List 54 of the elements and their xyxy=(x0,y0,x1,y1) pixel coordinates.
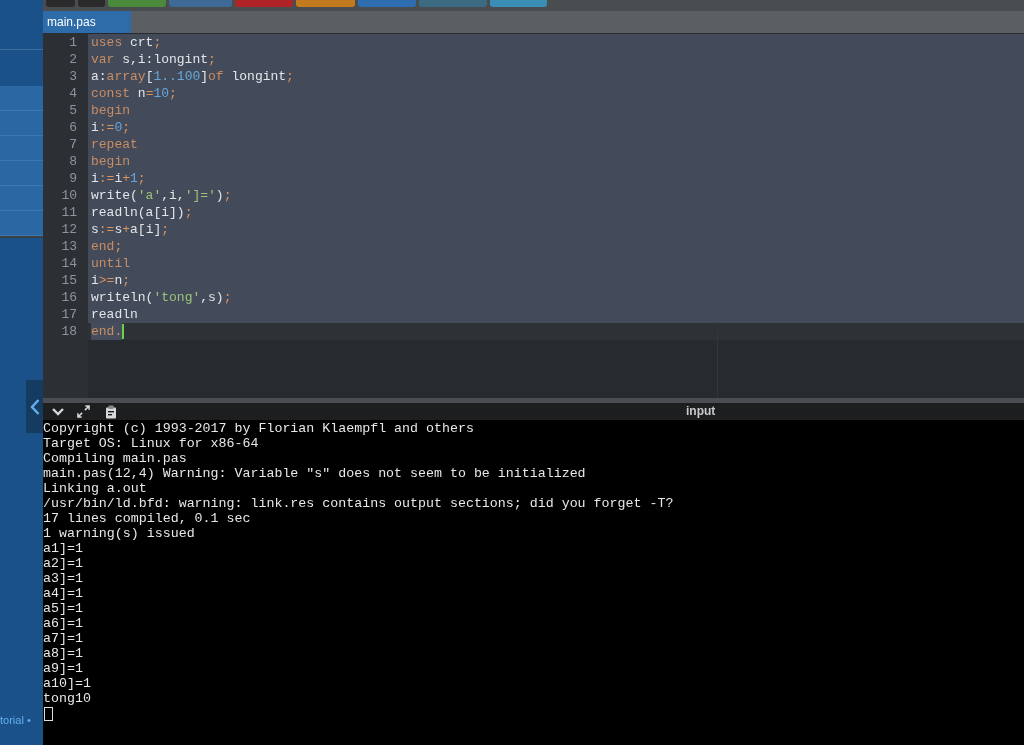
collapse-button[interactable] xyxy=(26,380,43,433)
line-number: 7 xyxy=(69,136,77,153)
console-line: a8]=1 xyxy=(43,646,83,661)
file-tab[interactable]: main.pas xyxy=(43,11,131,33)
line-number: 3 xyxy=(69,68,77,85)
console-line: a1]=1 xyxy=(43,541,83,556)
console-line: tong10 xyxy=(43,691,91,706)
console-line: 17 lines compiled, 0.1 sec xyxy=(43,511,251,526)
line-number: 12 xyxy=(61,221,77,238)
line-number: 14 xyxy=(61,255,77,272)
line-number: 15 xyxy=(61,272,77,289)
console-line: 1 warning(s) issued xyxy=(43,526,195,541)
line-number: 5 xyxy=(69,102,77,119)
console-label: input xyxy=(686,403,716,420)
line-number: 1 xyxy=(69,34,77,51)
line-number: 11 xyxy=(61,204,77,221)
line-number: 18 xyxy=(61,323,77,340)
chevron-left-icon xyxy=(29,398,40,415)
toolbar-button[interactable] xyxy=(296,0,355,7)
chevron-down-icon[interactable] xyxy=(52,407,64,416)
console-line: Compiling main.pas xyxy=(43,451,187,466)
line-number: 17 xyxy=(61,306,77,323)
console-line: a7]=1 xyxy=(43,631,83,646)
expand-icon[interactable] xyxy=(77,405,90,418)
line-number: 6 xyxy=(69,119,77,136)
console-line: a9]=1 xyxy=(43,661,83,676)
toolbar-button[interactable] xyxy=(169,0,232,7)
line-number: 2 xyxy=(69,51,77,68)
toolbar-button[interactable] xyxy=(46,0,75,7)
console-line: a6]=1 xyxy=(43,616,83,631)
toolbar-button[interactable] xyxy=(358,0,416,7)
toolbar-button[interactable] xyxy=(108,0,166,7)
console-line: a5]=1 xyxy=(43,601,83,616)
console-line: a4]=1 xyxy=(43,586,83,601)
console-line: a3]=1 xyxy=(43,571,83,586)
line-number: 10 xyxy=(61,187,77,204)
line-number: 9 xyxy=(69,170,77,187)
console-line: main.pas(12,4) Warning: Variable "s" does not seem to be initialized xyxy=(43,466,586,481)
toolbar-button[interactable] xyxy=(78,0,105,7)
toolbar-button[interactable] xyxy=(490,0,547,7)
line-number: 8 xyxy=(69,153,77,170)
console-line: a2]=1 xyxy=(43,556,83,571)
console-line: Linking a.out xyxy=(43,481,147,496)
console-line: Copyright (c) 1993-2017 by Florian Klaempfl and others xyxy=(43,421,474,436)
toolbar-button[interactable] xyxy=(235,0,293,7)
line-number: 4 xyxy=(69,85,77,102)
toolbar-button[interactable] xyxy=(419,0,487,7)
console-line: a10]=1 xyxy=(43,676,91,691)
clipboard-icon[interactable] xyxy=(105,404,117,419)
sidebar-link[interactable]: torial • xyxy=(0,712,31,729)
console-line: /usr/bin/ld.bfd: warning: link.res contains output sections; did you forget -T? xyxy=(43,496,674,511)
line-number: 13 xyxy=(61,238,77,255)
console-line: Target OS: Linux for x86-64 xyxy=(43,436,259,451)
line-number: 16 xyxy=(61,289,77,306)
